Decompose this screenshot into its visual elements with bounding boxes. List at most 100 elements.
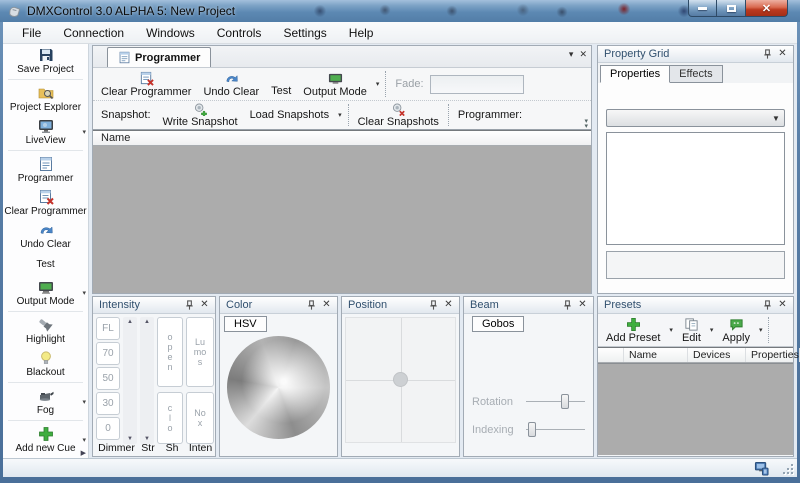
sidebar-item-blackout[interactable]: Blackout [3,347,88,380]
tab-properties[interactable]: Properties [600,65,670,83]
sidebar-item-test[interactable]: Test [3,252,88,276]
undo-clear-button[interactable]: Undo Clear [197,69,265,99]
add-preset-button[interactable]: Add Preset [600,315,666,345]
pin-icon[interactable] [760,47,775,61]
sidebar-label: LiveView [26,135,66,146]
dimmer-preset-full[interactable]: FL [96,317,120,340]
panel-close-icon[interactable]: ✕ [775,47,790,61]
pin-icon[interactable] [304,298,319,312]
dimmer-preset-30[interactable]: 30 [96,392,120,415]
lumos-button[interactable]: Lu mo s [186,317,214,387]
fade-input[interactable] [430,75,524,94]
apply-preset-dropdown-icon[interactable]: ▾ [756,326,766,334]
strobe-fader[interactable]: ▲ ▼ [140,317,154,444]
add-plus-icon [38,426,54,442]
pin-icon[interactable] [560,298,575,312]
sidebar-scroll-arrow[interactable]: ▶ [81,449,86,457]
indexing-slider[interactable] [526,422,585,437]
programmer-list-body[interactable] [93,146,591,293]
fader-up-icon[interactable]: ▲ [127,319,133,325]
dimmer-preset-0[interactable]: 0 [96,417,120,440]
position-pad[interactable] [345,317,456,443]
clear-programmer-button[interactable]: Clear Programmer [95,69,197,99]
edit-preset-dropdown-icon[interactable]: ▾ [707,326,717,334]
sidebar-item-save-project[interactable]: Save Project [3,44,88,77]
write-snapshot-button[interactable]: Write Snapshot [157,102,244,128]
test-button[interactable]: Test [265,69,297,99]
sidebar-item-highlight[interactable]: Highlight [3,314,88,347]
position-handle[interactable] [393,372,408,387]
dimmer-fader[interactable]: ▲ ▼ [123,317,137,444]
menu-settings[interactable]: Settings [272,22,337,44]
chevron-down-icon[interactable]: ▾ [82,128,86,136]
tab-hsv[interactable]: HSV [224,316,267,332]
shutter-open-button[interactable]: o p e n [157,317,183,387]
column-header-name[interactable]: Name [93,132,130,144]
shutter-buttons: o p e n c l o [157,317,183,444]
panel-close-icon[interactable]: ✕ [579,49,587,60]
dimmer-preset-70[interactable]: 70 [96,342,120,365]
output-mode-dropdown-icon[interactable]: ▾ [373,80,383,88]
resize-grip[interactable] [782,463,793,474]
column-header-devices[interactable]: Devices [688,348,746,362]
load-snapshots-dropdown-icon[interactable]: ▾ [335,111,345,119]
add-preset-dropdown-icon[interactable]: ▾ [666,326,676,334]
sidebar-item-add-new-cue[interactable]: Add new Cue ▾ [3,423,88,456]
sidebar-item-liveview[interactable]: LiveView ▾ [3,115,88,148]
panel-close-icon[interactable]: ✕ [775,298,790,312]
clear-snapshots-button[interactable]: Clear Snapshots [352,102,445,128]
title-bar[interactable]: DMXControl 3.0 ALPHA 5: New Project ✕ [0,0,800,22]
add-preset-label: Add Preset [606,332,660,344]
tab-gobos[interactable]: Gobos [472,316,524,332]
rotation-slider[interactable] [526,394,585,409]
minimize-button[interactable] [688,0,717,17]
sidebar-item-programmer[interactable]: Programmer [3,153,88,186]
fader-up-icon[interactable]: ▲ [144,319,150,325]
property-grid-combobox[interactable]: ▼ [606,109,785,127]
pin-icon[interactable] [182,298,197,312]
panel-close-icon[interactable]: ✕ [441,298,456,312]
edit-preset-button[interactable]: Edit [676,315,707,345]
pin-icon[interactable] [426,298,441,312]
sidebar-item-output-mode[interactable]: Output Mode ▾ [3,276,88,309]
menu-help[interactable]: Help [338,22,385,44]
tab-effects[interactable]: Effects [670,65,722,83]
shutter-close-button[interactable]: c l o [157,392,183,444]
tab-programmer[interactable]: Programmer [107,47,211,67]
output-mode-label: Output Mode [303,86,367,98]
hsv-color-wheel[interactable] [227,336,330,439]
load-snapshots-button[interactable]: Load Snapshots [244,102,336,128]
close-button[interactable]: ✕ [745,0,788,17]
nox-button[interactable]: No x [186,392,214,444]
sidebar-item-project-explorer[interactable]: Project Explorer [3,82,88,115]
panel-close-icon[interactable]: ✕ [575,298,590,312]
chevron-down-icon[interactable]: ▾ [82,289,86,297]
toolbar-overflow-icon[interactable]: ▾▾ [584,119,588,129]
apply-preset-button[interactable]: Apply [716,315,756,345]
sidebar-item-undo-clear[interactable]: Undo Clear [3,219,88,252]
sidebar-item-clear-programmer[interactable]: Clear Programmer [3,186,88,219]
panel-menu-icon[interactable]: ▾ [569,49,574,60]
dimmer-preset-50[interactable]: 50 [96,367,120,390]
property-grid-list[interactable] [606,132,785,245]
menu-file[interactable]: File [11,22,52,44]
maximize-button[interactable] [717,0,745,17]
column-header-name[interactable]: Name [624,348,688,362]
sidebar-item-fog[interactable]: Fog ▾ [3,385,88,418]
panel-close-icon[interactable]: ✕ [197,298,212,312]
pin-icon[interactable] [760,298,775,312]
position-header: Position ✕ [342,297,459,314]
presets-grid-body[interactable] [598,363,793,455]
menu-connection[interactable]: Connection [52,22,135,44]
panel-close-icon[interactable]: ✕ [319,298,334,312]
apply-preset-label: Apply [722,332,750,344]
menu-controls[interactable]: Controls [206,22,273,44]
indexing-slider-thumb[interactable] [528,422,536,437]
output-mode-button[interactable]: Output Mode [297,69,373,99]
chevron-down-icon[interactable]: ▾ [82,398,86,406]
menu-windows[interactable]: Windows [135,22,206,44]
chevron-down-icon[interactable]: ▾ [82,436,86,444]
rotation-slider-thumb[interactable] [561,394,569,409]
network-status-icon[interactable] [754,461,769,476]
column-header-properties[interactable]: Properties [746,348,800,362]
